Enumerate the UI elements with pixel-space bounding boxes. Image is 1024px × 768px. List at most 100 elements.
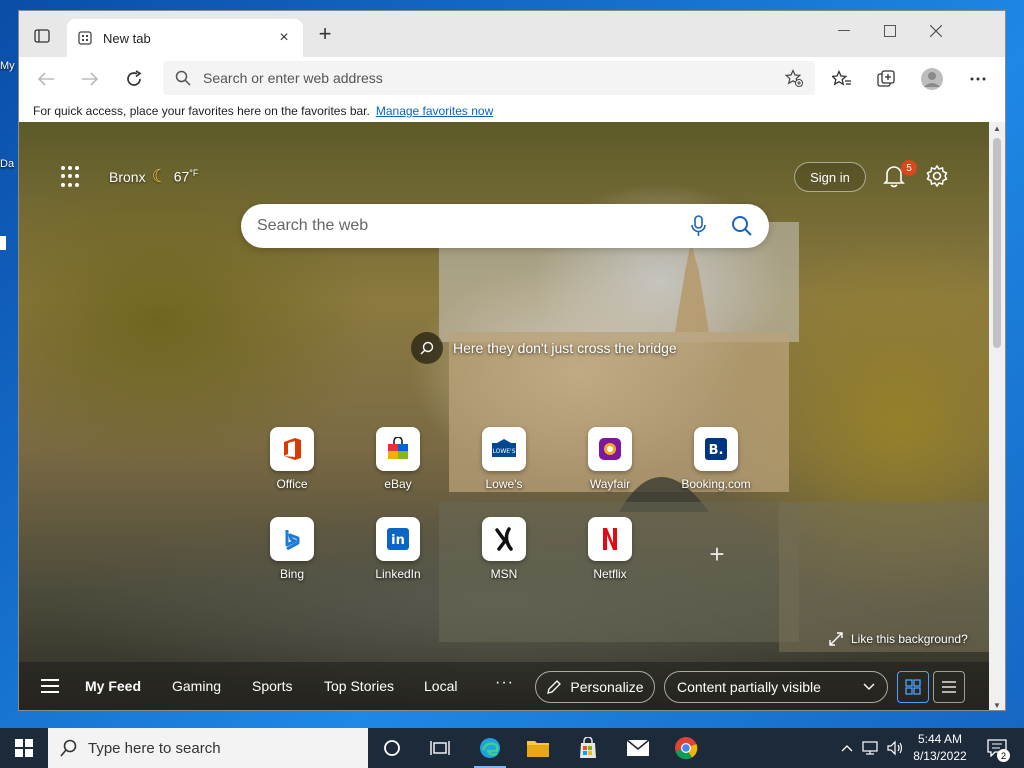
forward-icon[interactable] [75,65,105,93]
background-caption-text: Here they don't just cross the bridge [453,340,677,356]
minimize-icon[interactable] [821,11,867,51]
search-icon [175,70,191,86]
mail-icon[interactable] [614,728,662,768]
personalize-button[interactable]: Personalize [535,671,655,703]
settings-gear-icon[interactable] [925,164,951,190]
quick-link-bing[interactable]: Bing [252,517,332,581]
apps-grid-icon[interactable] [61,166,83,188]
tab-my-feed[interactable]: My Feed [85,678,141,694]
close-window-icon[interactable] [913,11,959,51]
browser-toolbar [19,57,1005,101]
tab-actions-icon[interactable] [27,23,57,49]
feed-bar: My Feed Gaming Sports Top Stories Local … [19,662,991,710]
address-bar[interactable] [163,61,815,95]
list-view-icon [942,681,956,693]
tab-sports[interactable]: Sports [252,678,292,694]
like-background-link[interactable]: Like this background? [829,632,968,646]
weather-temperature: 67 [173,168,190,185]
show-hidden-icons-chevron-up-icon[interactable] [838,728,856,768]
quick-link-label: Bing [279,567,305,581]
new-tab-favicon-icon [78,31,92,45]
scroll-up-icon[interactable]: ▲ [989,124,1005,133]
quick-link-office[interactable]: Office [252,427,332,491]
quick-link-wayfair[interactable]: Wayfair [570,427,650,491]
taskbar: 5:44 AM 8/13/2022 2 [0,728,1024,768]
microphone-icon[interactable] [689,215,709,237]
expand-icon [829,632,843,646]
cortana-icon[interactable] [368,728,416,768]
address-input[interactable] [203,70,785,86]
web-search-box[interactable] [241,204,769,248]
favorites-bar-message: For quick access, place your favorites h… [33,104,370,118]
lowes-icon: LOWE'S [482,427,526,471]
quick-link-label: Lowe's [485,477,523,491]
taskbar-search-box[interactable] [48,728,368,768]
quick-link-label: eBay [384,477,412,491]
quick-link-booking[interactable]: B. Booking.com [676,427,756,491]
back-icon[interactable] [31,65,61,93]
ebay-icon [376,427,420,471]
manage-favorites-link[interactable]: Manage favorites now [376,104,493,118]
page-scrollbar[interactable]: ▲ ▼ [989,122,1005,710]
image-search-icon[interactable] [411,332,443,364]
desktop-icon[interactable] [0,236,6,250]
personalize-label: Personalize [570,679,644,695]
network-icon[interactable] [860,728,882,768]
tab-new-tab[interactable]: New tab × [67,19,303,57]
browser-window: New tab × + Search or enter web address … [18,10,1006,711]
tab-strip: New tab × + [19,11,1005,57]
weather-widget[interactable]: Bronx ☾ 67°F [109,166,198,187]
profile-avatar[interactable] [917,65,947,93]
windows-start-icon[interactable] [0,728,48,768]
desktop-icon-label[interactable]: My [0,60,18,72]
task-view-icon[interactable] [416,728,464,768]
chrome-icon[interactable] [662,728,710,768]
linkedin-icon: in [376,517,420,561]
action-center-icon[interactable]: 2 [980,728,1014,768]
clock-time: 5:44 AM [917,732,963,746]
volume-icon[interactable] [884,728,906,768]
list-view-button[interactable] [933,671,965,703]
more-tabs-button[interactable]: ··· [495,674,514,692]
content-visibility-dropdown[interactable]: Content partially visible [664,671,888,703]
web-search-input[interactable] [257,217,689,235]
desktop-icon-label[interactable]: Da [0,158,18,170]
menu-icon[interactable] [41,679,59,693]
add-quick-link-button[interactable]: + [701,538,733,570]
tab-top-stories[interactable]: Top Stories [324,678,394,694]
quick-link-linkedin[interactable]: in LinkedIn [358,517,438,581]
chevron-down-icon [863,683,875,690]
new-tab-button[interactable]: + [313,23,337,45]
more-options-icon[interactable] [963,65,993,93]
close-tab-icon[interactable]: × [275,29,293,47]
sign-in-button[interactable]: Sign in [794,162,866,192]
like-background-text: Like this background? [851,632,968,646]
favorites-icon[interactable] [827,65,857,93]
quick-link-msn[interactable]: MSN [464,517,544,581]
favorites-bar: For quick access, place your favorites h… [19,101,1005,121]
tab-gaming[interactable]: Gaming [172,678,221,694]
grid-view-button[interactable] [897,671,929,703]
taskbar-search-input[interactable] [88,739,368,757]
scroll-down-icon[interactable]: ▼ [989,701,1005,710]
scrollbar-thumb[interactable] [993,138,1001,348]
edge-taskbar-icon[interactable] [466,728,514,768]
maximize-icon[interactable] [867,11,913,51]
add-favorite-icon[interactable] [785,69,803,87]
quick-link-label: LinkedIn [375,567,421,581]
file-explorer-icon[interactable] [514,728,562,768]
wayfair-icon [588,427,632,471]
background-caption[interactable]: Here they don't just cross the bridge [411,332,677,364]
quick-link-lowes[interactable]: LOWE'S Lowe's [464,427,544,491]
quick-link-label: Wayfair [589,477,631,491]
search-submit-icon[interactable] [731,215,753,237]
booking-icon: B. [694,427,738,471]
tab-local[interactable]: Local [424,678,457,694]
refresh-icon[interactable] [119,65,149,93]
quick-link-netflix[interactable]: Netflix [570,517,650,581]
quick-link-ebay[interactable]: eBay [358,427,438,491]
microsoft-store-icon[interactable] [564,728,612,768]
collections-icon[interactable] [871,65,901,93]
svg-text:in: in [391,533,405,548]
system-clock[interactable]: 5:44 AM 8/13/2022 [906,731,974,765]
